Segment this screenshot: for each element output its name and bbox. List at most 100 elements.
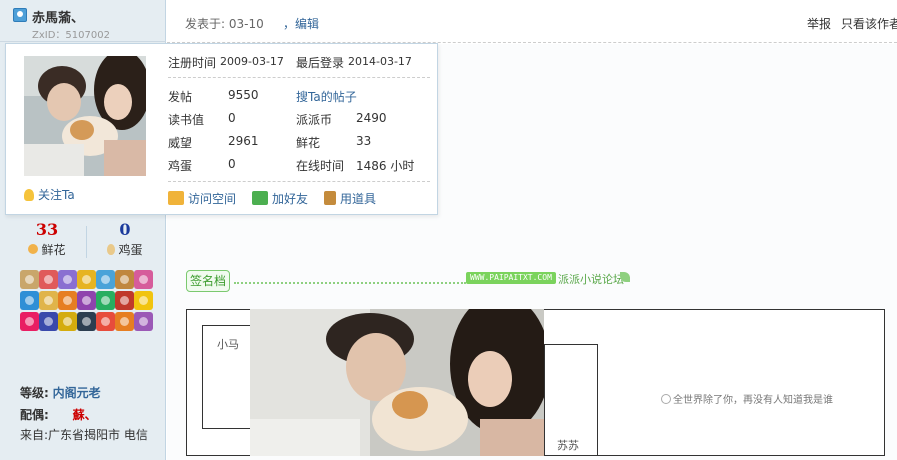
medal-icon[interactable]: [134, 312, 153, 331]
divider: [168, 181, 430, 182]
signature-divider: [234, 282, 466, 284]
register-label: 注册时间: [168, 56, 217, 70]
report-link[interactable]: 举报: [807, 15, 831, 32]
visit-space-label: 访问空间: [188, 192, 237, 206]
eggs-count: 0: [119, 220, 131, 239]
medal-icon[interactable]: [115, 312, 134, 331]
online-value: 1486 小时: [356, 159, 415, 173]
medal-icon[interactable]: [96, 291, 115, 310]
paipai-value: 2490: [356, 111, 387, 125]
medal-icon[interactable]: [39, 312, 58, 331]
medal-icon[interactable]: [134, 291, 153, 310]
medal-icon[interactable]: [96, 312, 115, 331]
avatar[interactable]: [24, 56, 146, 176]
eggs-label: 鸡蛋: [168, 159, 193, 173]
signature-site-badge[interactable]: WWW.PAIPAITXT.COM: [466, 272, 556, 284]
signature-banner: 小马 苏苏 全世界除了你，再没有人知道我是谁: [186, 309, 885, 456]
stats-divider: [86, 226, 87, 258]
visit-space-button[interactable]: 访问空间: [168, 190, 236, 207]
user-icon: [13, 8, 27, 22]
search-posts-link[interactable]: 搜Ta的帖子: [296, 88, 357, 105]
wand-icon: [324, 191, 336, 205]
paipai-label: 派派币: [296, 113, 333, 127]
flowers-stat[interactable]: 33 鲜花: [10, 220, 84, 258]
posts-label: 发帖: [168, 90, 193, 104]
level-key: 等级:: [20, 386, 49, 400]
signature-quote: 全世界除了你，再没有人知道我是谁: [661, 391, 833, 406]
spouse-value[interactable]: 蘇、: [73, 408, 97, 422]
location-line: 来自:广东省揭阳市 电信: [20, 428, 148, 442]
medal-icon[interactable]: [115, 270, 134, 289]
user-header: 赤馬蕍、 ZxID：5107002: [0, 0, 166, 42]
only-author-link[interactable]: 只看该作者: [841, 15, 897, 32]
flowers-label: 鲜花: [41, 243, 66, 257]
flower-icon: [28, 244, 39, 254]
leaf-icon: [620, 272, 630, 282]
level-line: 等级: 内阁元老: [20, 384, 101, 401]
name-card-left: 小马: [202, 325, 252, 429]
register-value: 2009-03-17: [220, 55, 284, 68]
flowers-count: 33: [35, 220, 59, 239]
medal-icon[interactable]: [134, 270, 153, 289]
eggs-value: 0: [228, 157, 236, 171]
medal-icon[interactable]: [20, 270, 39, 289]
medal-list: [20, 270, 160, 333]
signature-photo: [250, 309, 544, 456]
online-label: 在线时间: [296, 159, 345, 173]
medal-icon[interactable]: [58, 312, 77, 331]
medal-icon[interactable]: [58, 270, 77, 289]
post-header: 发表于: 03-10 ，编辑 举报 只看该作者: [167, 0, 897, 43]
last-login-value: 2014-03-17: [348, 55, 412, 68]
medal-icon[interactable]: [77, 291, 96, 310]
eggs-label-wrap: 鸡蛋: [88, 241, 162, 258]
post-time: 发表于: 03-10: [185, 17, 264, 31]
medal-icon[interactable]: [58, 291, 77, 310]
flowers-label-wrap: 鲜花: [10, 241, 84, 258]
signature-forum-name: 派派小说论坛: [558, 273, 624, 286]
home-icon: [168, 191, 184, 205]
signature-image: [250, 309, 544, 456]
avatar-image: [24, 56, 146, 176]
spouse-line: 配偶: 蘇、: [20, 406, 97, 423]
use-item-button[interactable]: 用道具: [324, 190, 376, 207]
user-profile-card: 关注Ta 注册时间 2009-03-17 最后登录 2014-03-17 发帖 …: [5, 43, 438, 215]
name-right: 苏苏: [557, 439, 579, 452]
signature-quote-text: 全世界除了你，再没有人知道我是谁: [673, 395, 833, 406]
user-id: ZxID：5107002: [32, 30, 110, 41]
medal-icon[interactable]: [115, 291, 134, 310]
spouse-key: 配偶:: [20, 408, 49, 422]
medal-icon[interactable]: [77, 312, 96, 331]
egg-icon: [107, 244, 116, 255]
medal-icon[interactable]: [96, 270, 115, 289]
prestige-label: 威望: [168, 136, 193, 150]
follow-label: 关注Ta: [38, 188, 75, 202]
lightbulb-icon: [24, 189, 34, 201]
reading-label: 读书值: [168, 113, 205, 127]
username-link[interactable]: 赤馬蕍、: [32, 7, 84, 26]
people-icon: [252, 191, 268, 205]
name-left: 小马: [217, 338, 239, 351]
posts-value: 9550: [228, 88, 259, 102]
divider: [168, 77, 430, 78]
add-friend-button[interactable]: 加好友: [252, 190, 308, 207]
eggs-stat[interactable]: 0 鸡蛋: [88, 220, 162, 258]
quote-icon: [661, 394, 671, 404]
signature-tag: 签名档: [186, 270, 230, 292]
medal-icon[interactable]: [39, 270, 58, 289]
flowers-value: 33: [356, 134, 372, 148]
name-card-right: 苏苏: [544, 344, 598, 456]
medal-icon[interactable]: [39, 291, 58, 310]
use-item-label: 用道具: [340, 192, 377, 206]
medal-icon[interactable]: [20, 291, 39, 310]
reading-value: 0: [228, 111, 236, 125]
edit-link[interactable]: ，编辑: [283, 15, 319, 32]
level-value[interactable]: 内阁元老: [53, 386, 101, 400]
add-friend-label: 加好友: [272, 192, 309, 206]
flowers-label: 鲜花: [296, 136, 321, 150]
follow-link[interactable]: 关注Ta: [24, 186, 75, 203]
medal-icon[interactable]: [20, 312, 39, 331]
medal-icon[interactable]: [77, 270, 96, 289]
eggs-label: 鸡蛋: [118, 243, 143, 257]
prestige-value: 2961: [228, 134, 259, 148]
gift-stats: 33 鲜花 0 鸡蛋: [10, 220, 160, 262]
